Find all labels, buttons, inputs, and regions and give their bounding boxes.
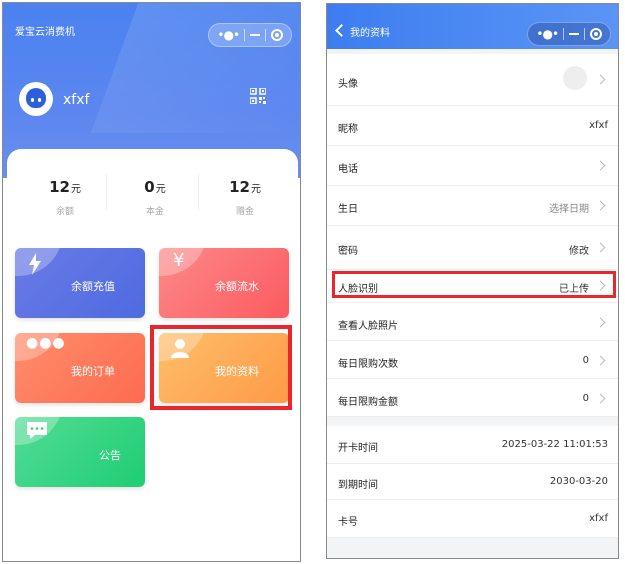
stat-principal: 0元 本金 bbox=[110, 177, 200, 217]
row-birthday[interactable]: 生日 选择日期 bbox=[327, 186, 618, 226]
avatar bbox=[563, 66, 587, 90]
tile-label: 我的订单 bbox=[71, 365, 115, 378]
page-title: 我的资料 bbox=[350, 28, 390, 39]
row-view-face-photo[interactable]: 查看人脸照片 bbox=[327, 303, 618, 341]
username: xfxf bbox=[63, 92, 90, 108]
row-value: xfxf bbox=[589, 120, 608, 131]
row-label: 电话 bbox=[338, 164, 358, 175]
row-value: 2025-03-22 11:01:53 bbox=[501, 439, 608, 450]
message-icon bbox=[27, 422, 47, 439]
row-daily-limit-count[interactable]: 每日限购次数 0 bbox=[327, 341, 618, 379]
row-label: 到期时间 bbox=[338, 480, 378, 491]
tile-balance-flow[interactable]: ¥ 余额流水 bbox=[159, 248, 289, 318]
row-value: xfxf bbox=[589, 513, 608, 524]
stat-unit: 元 bbox=[70, 184, 81, 195]
capsule-divider bbox=[562, 28, 564, 40]
yen-icon: ¥ bbox=[173, 250, 185, 271]
close-target-icon[interactable] bbox=[270, 29, 283, 41]
row-label: 卡号 bbox=[338, 517, 358, 528]
more-dots-icon: ●●● bbox=[26, 335, 66, 351]
tile-label: 余额充值 bbox=[71, 280, 115, 293]
row-label: 查看人脸照片 bbox=[338, 321, 398, 332]
stat-value: 12 bbox=[49, 178, 70, 196]
stat-balance: 12元 余额 bbox=[20, 177, 110, 217]
row-avatar[interactable]: 头像 bbox=[327, 54, 618, 106]
row-label: 昵称 bbox=[338, 124, 358, 135]
avatar-face-icon bbox=[26, 88, 46, 108]
minimize-icon[interactable] bbox=[568, 33, 579, 35]
row-value: 2030-03-20 bbox=[549, 476, 608, 487]
row-card-number: 卡号 xfxf bbox=[327, 500, 618, 538]
tile-notice[interactable]: 公告 bbox=[15, 417, 145, 487]
app-title: 爱宝云消费机 bbox=[15, 27, 75, 38]
stat-label: 赠金 bbox=[235, 207, 254, 217]
mini-program-capsule: •●• bbox=[527, 22, 611, 46]
capsule-divider bbox=[264, 29, 266, 41]
stat-value: 12 bbox=[229, 178, 250, 196]
chevron-right-icon bbox=[595, 355, 606, 366]
row-phone[interactable]: 电话 bbox=[327, 146, 618, 186]
divider bbox=[106, 174, 107, 210]
avatar[interactable] bbox=[19, 82, 53, 116]
row-value: 修改 bbox=[569, 246, 589, 257]
row-value: 0 bbox=[582, 355, 589, 366]
stat-bonus: 12元 赠金 bbox=[200, 177, 290, 217]
highlight-box bbox=[150, 325, 292, 410]
stat-unit: 元 bbox=[250, 184, 261, 195]
chevron-right-icon bbox=[595, 393, 606, 404]
lightning-icon bbox=[29, 253, 41, 275]
nav-bar: 我的资料 •●• bbox=[327, 4, 618, 49]
chevron-right-icon bbox=[595, 242, 606, 253]
minimize-icon[interactable] bbox=[249, 34, 260, 36]
row-value: 0 bbox=[582, 393, 589, 404]
chevron-right-icon bbox=[595, 160, 606, 171]
row-label: 生日 bbox=[338, 204, 358, 215]
divider bbox=[198, 174, 199, 210]
stat-unit: 元 bbox=[155, 184, 166, 195]
stat-value: 0 bbox=[144, 178, 155, 196]
stat-label: 本金 bbox=[145, 207, 164, 217]
qr-code-icon[interactable] bbox=[250, 88, 266, 104]
row-label: 每日限购金额 bbox=[338, 397, 398, 408]
back-icon[interactable] bbox=[335, 24, 348, 37]
row-daily-limit-amount[interactable]: 每日限购金额 0 bbox=[327, 379, 618, 417]
left-phone-screen: 爱宝云消费机 •●• xfxf 12元 余额 0元 本金 12元 赠金 余额充值… bbox=[2, 2, 301, 562]
row-label: 头像 bbox=[338, 79, 358, 90]
highlight-box bbox=[332, 271, 616, 298]
tile-recharge[interactable]: 余额充值 bbox=[15, 248, 145, 318]
chevron-right-icon bbox=[595, 74, 606, 85]
mini-program-capsule: •●• bbox=[208, 23, 292, 47]
row-nickname: 昵称 xfxf bbox=[327, 106, 618, 146]
chevron-right-icon bbox=[595, 317, 606, 328]
chevron-right-icon bbox=[595, 200, 606, 211]
row-open-date: 开卡时间 2025-03-22 11:01:53 bbox=[327, 426, 618, 464]
capsule-divider bbox=[583, 28, 585, 40]
stat-label: 余额 bbox=[55, 207, 74, 217]
row-value: 选择日期 bbox=[549, 204, 589, 215]
row-expire-date: 到期时间 2030-03-20 bbox=[327, 464, 618, 500]
more-icon[interactable]: •●• bbox=[217, 29, 240, 41]
row-password[interactable]: 密码 修改 bbox=[327, 226, 618, 270]
row-label: 开卡时间 bbox=[338, 443, 378, 454]
more-icon[interactable]: •●• bbox=[536, 28, 559, 40]
row-label: 密码 bbox=[338, 246, 358, 257]
close-target-icon[interactable] bbox=[589, 28, 602, 40]
tile-label: 余额流水 bbox=[215, 280, 259, 293]
tile-my-orders[interactable]: ●●● 我的订单 bbox=[15, 333, 145, 403]
capsule-divider bbox=[243, 29, 245, 41]
row-label: 每日限购次数 bbox=[338, 359, 398, 370]
tile-label: 公告 bbox=[99, 449, 121, 462]
